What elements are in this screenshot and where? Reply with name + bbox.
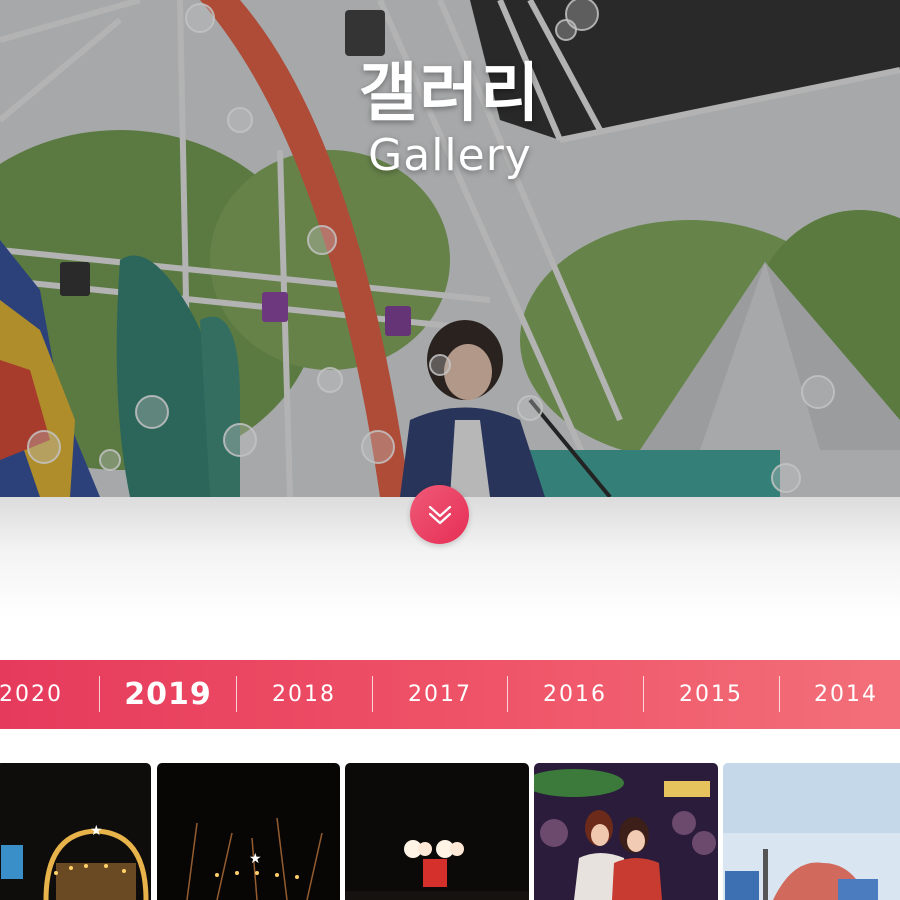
tab-year-2016[interactable]: 2016: [507, 660, 643, 729]
gallery-thumbnail[interactable]: ★: [0, 763, 151, 900]
tab-year-2017[interactable]: 2017: [372, 660, 508, 729]
scroll-down-button[interactable]: [410, 485, 469, 544]
crowd-concert-photo: [534, 763, 718, 900]
tab-year-2014[interactable]: 2014: [779, 660, 900, 729]
night-stage-arch-photo: ★: [0, 763, 151, 900]
tab-year-2015[interactable]: 2015: [643, 660, 779, 729]
svg-text:★: ★: [90, 823, 103, 839]
gallery-thumbnail[interactable]: [534, 763, 718, 900]
year-tab-bar: 2020 2019 2018 2017 2016 2015 2014: [0, 660, 900, 729]
tab-year-2020[interactable]: 2020: [0, 660, 64, 729]
gallery-thumbnail[interactable]: [723, 763, 900, 900]
gallery-thumbnail[interactable]: ★: [157, 763, 340, 900]
page-title: 갤러리: [358, 57, 542, 131]
page-subtitle: Gallery: [368, 130, 532, 181]
hero-banner: 갤러리 Gallery: [0, 0, 900, 497]
svg-text:★: ★: [249, 851, 262, 867]
tab-year-2018[interactable]: 2018: [236, 660, 372, 729]
daytime-stage-balloons-photo: [723, 763, 900, 900]
fireworks-stage-photo: ★: [157, 763, 340, 900]
gallery-thumbnail[interactable]: [345, 763, 529, 900]
night-lights-sign-photo: [345, 763, 529, 900]
tab-year-2019[interactable]: 2019: [100, 660, 236, 729]
double-chevron-down-icon: [428, 505, 451, 524]
